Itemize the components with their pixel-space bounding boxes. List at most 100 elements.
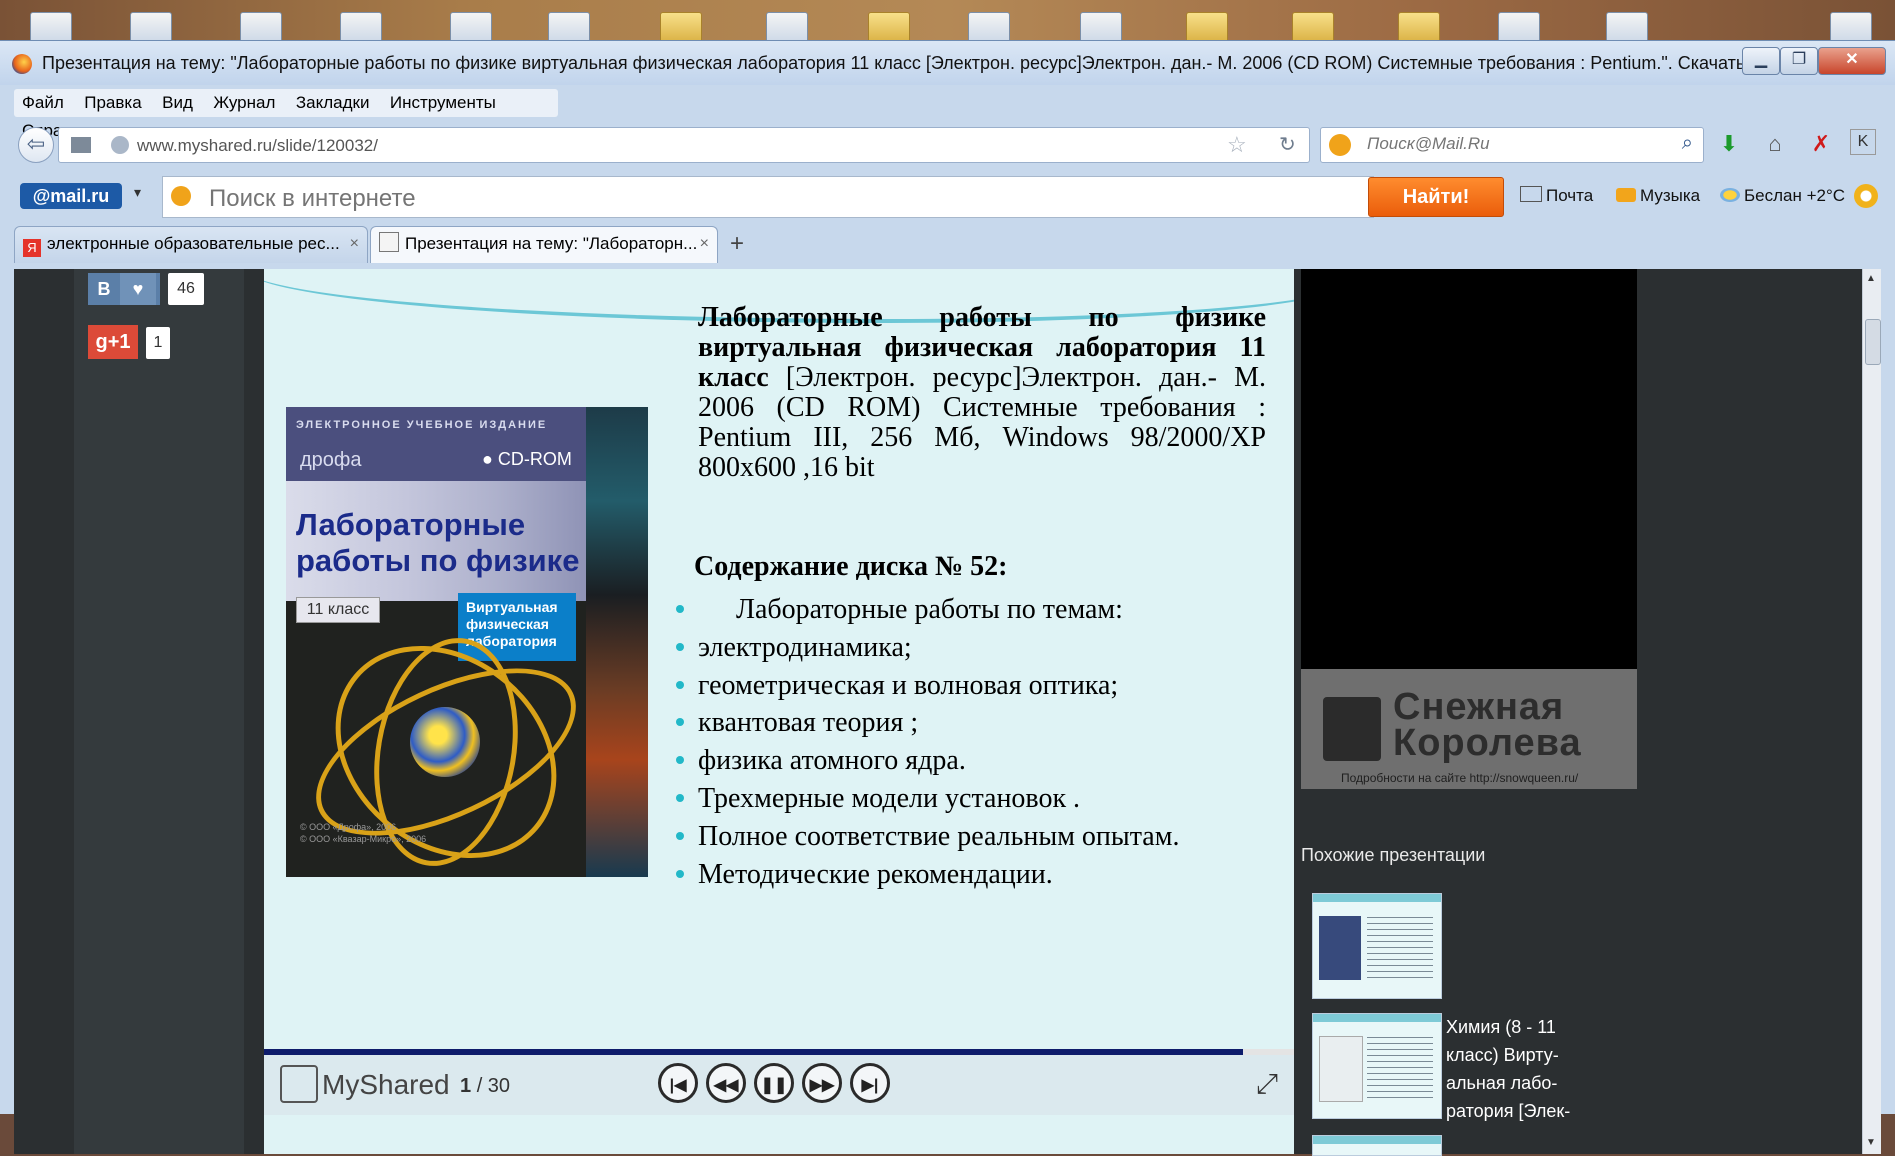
banner-ad[interactable]: Снежная Королева Подробности на сайте ht… [1301, 669, 1637, 789]
cover-edition-label: ЭЛЕКТРОННОЕ УЧЕБНОЕ ИЗДАНИЕ [296, 419, 548, 431]
menu-view[interactable]: Вид [162, 89, 193, 117]
weather-icon [1720, 188, 1740, 202]
next-slide-icon[interactable]: ▶▶ [802, 1063, 842, 1103]
browser-search-box[interactable]: ⌕ [1320, 127, 1704, 163]
find-button[interactable]: Найти! [1368, 177, 1504, 217]
globe-icon [111, 136, 129, 154]
scrollbar-thumb[interactable] [1865, 319, 1881, 365]
music-link[interactable]: Музыка [1616, 186, 1700, 206]
contents-title: Содержание диска № 52: [694, 551, 1008, 582]
ad-note: Подробности на сайте http://snowqueen.ru… [1341, 771, 1579, 785]
crown-logo-icon [1323, 697, 1381, 761]
cover-side-images [586, 407, 648, 877]
antivirus-icon[interactable]: ✗ [1806, 129, 1836, 159]
search-engine-icon[interactable] [171, 186, 191, 206]
site-identity-icon[interactable] [71, 137, 91, 153]
google-plus-button[interactable]: g+1 [88, 325, 138, 359]
similar-presentations-title: Похожие презентации [1301, 845, 1486, 865]
navigation-bar: ⇦ www.myshared.ru/slide/120032/ ☆ ↻ ⌕ ⬇ … [14, 123, 1880, 167]
similar-presentation-thumbnail[interactable] [1312, 893, 1442, 999]
mail-link[interactable]: Почта [1520, 186, 1593, 206]
desktop-background [0, 0, 1895, 46]
title-bar: Презентация на тему: "Лабораторные работ… [0, 41, 1895, 85]
close-window-button[interactable]: ✕ [1818, 47, 1886, 75]
cd-cover-image: ЭЛЕКТРОННОЕ УЧЕБНОЕ ИЗДАНИЕ дрофа ● CD-R… [286, 407, 648, 877]
mailru-search-box[interactable] [162, 176, 1374, 218]
last-slide-icon[interactable]: ▶| [850, 1063, 890, 1103]
reload-icon[interactable]: ↻ [1279, 132, 1296, 157]
firefox-icon[interactable] [12, 54, 32, 74]
mailru-logo[interactable]: @mail.ru [20, 183, 122, 209]
similar-presentation-thumbnail[interactable] [1312, 1135, 1442, 1156]
vk-like-count: 46 [168, 273, 204, 305]
pause-icon[interactable]: ❚❚ [754, 1063, 794, 1103]
browser-search-input[interactable] [1365, 133, 1649, 155]
list-item: квантовая теория ; [676, 704, 1278, 742]
search-engine-icon[interactable] [1329, 134, 1351, 156]
download-icon[interactable]: ⬇ [1714, 129, 1744, 159]
video-ad-player[interactable] [1301, 269, 1637, 669]
first-slide-icon[interactable]: |◀ [658, 1063, 698, 1103]
slide-player-controls: MyShared 1 / 30 |◀ ◀◀ ❚❚ ▶▶ ▶| ⤢ [264, 1055, 1294, 1115]
vk-like-button[interactable]: В ♥ [88, 273, 160, 305]
player-brand: MyShared [322, 1069, 450, 1100]
list-item: электродинамика; [676, 629, 1278, 667]
cover-grade: 11 класс [296, 597, 380, 623]
search-icon[interactable]: ⌕ [1682, 132, 1693, 155]
scroll-up-icon[interactable]: ▲ [1866, 273, 1876, 284]
vertical-scrollbar[interactable]: ▲ ▼ [1862, 269, 1881, 1154]
addon-k-icon[interactable]: K [1850, 129, 1876, 155]
presentation-slide: ЭЛЕКТРОННОЕ УЧЕБНОЕ ИЗДАНИЕ дрофа ● CD-R… [264, 269, 1294, 1154]
menu-bar: Файл Правка Вид Журнал Закладки Инструме… [14, 89, 558, 140]
previous-slide-icon[interactable]: ◀◀ [706, 1063, 746, 1103]
browser-window: Презентация на тему: "Лабораторные работ… [0, 40, 1895, 1156]
contents-list: Лабораторные работы по темам: электродин… [676, 591, 1278, 894]
left-rail: В ♥ 46 g+1 1 [14, 269, 244, 1154]
tab-yandex-search[interactable]: Яэлектронные образовательные рес... × [14, 226, 368, 263]
bookmark-star-icon[interactable]: ☆ [1227, 132, 1247, 158]
menu-file[interactable]: Файл [22, 89, 64, 117]
ad-title: Снежная Королева [1393, 686, 1582, 764]
menu-tools[interactable]: Инструменты [390, 89, 496, 117]
minimize-button[interactable]: ▁ [1742, 47, 1780, 75]
similar-presentation-thumbnail[interactable] [1312, 1013, 1442, 1119]
mailru-toolbar: @mail.ru ▾ Найти! Почта Музыка Беслан +2… [14, 174, 1880, 218]
list-item: Трехмерные модели установок . [676, 780, 1278, 818]
yandex-icon: Я [23, 239, 41, 257]
list-item: физика атомного ядра. [676, 742, 1278, 780]
chevron-down-icon[interactable]: ▾ [134, 184, 141, 201]
list-item: Лабораторные работы по темам: [676, 591, 1278, 629]
close-tab-icon[interactable]: × [350, 227, 359, 261]
settings-gear-icon[interactable] [1854, 184, 1878, 208]
weather-link[interactable]: Беслан +2°C [1720, 186, 1845, 206]
home-icon[interactable]: ⌂ [1760, 129, 1790, 159]
menu-history[interactable]: Журнал [213, 89, 275, 117]
cover-publisher: дрофа [300, 449, 362, 471]
fullscreen-icon[interactable]: ⤢ [1250, 1067, 1284, 1101]
list-item: Полное соответствие реальным опытам. [676, 818, 1278, 856]
similar-presentation-link[interactable]: Химия (8 - 11 класс) Вирту- альная лабо-… [1446, 1013, 1570, 1125]
myshared-logo-icon [280, 1065, 318, 1103]
page-content: В ♥ 46 g+1 1 ЭЛЕКТРОННОЕ УЧЕБНОЕ ИЗДАНИЕ … [14, 269, 1881, 1156]
menu-edit[interactable]: Правка [84, 89, 141, 117]
google-plus-count: 1 [146, 327, 170, 359]
page-indicator: 1 / 30 [460, 1075, 511, 1097]
close-tab-icon[interactable]: × [700, 227, 709, 261]
atom-nucleus [410, 707, 480, 777]
maximize-button[interactable]: ❐ [1780, 47, 1818, 75]
address-bar[interactable]: www.myshared.ru/slide/120032/ ☆ ↻ [58, 127, 1310, 163]
mailru-search-input[interactable] [207, 184, 1311, 214]
window-title: Презентация на тему: "Лабораторные работ… [42, 53, 1742, 73]
tab-presentation[interactable]: Презентация на тему: "Лабораторн... × [370, 226, 718, 263]
back-button[interactable]: ⇦ [18, 127, 54, 163]
new-tab-button[interactable]: + [720, 228, 754, 262]
menu-bookmarks[interactable]: Закладки [296, 89, 370, 117]
slide-heading: Лабораторные работы по физике виртуальна… [698, 303, 1266, 483]
heart-icon: ♥ [120, 273, 156, 305]
envelope-icon [1520, 186, 1542, 202]
url-text[interactable]: www.myshared.ru/slide/120032/ [137, 136, 378, 156]
list-item: геометрическая и волновая оптика; [676, 667, 1278, 705]
list-item: Методические рекомендации. [676, 856, 1278, 894]
tab-bar: Яэлектронные образовательные рес... × Пр… [14, 224, 1880, 264]
scroll-down-icon[interactable]: ▼ [1866, 1137, 1876, 1148]
